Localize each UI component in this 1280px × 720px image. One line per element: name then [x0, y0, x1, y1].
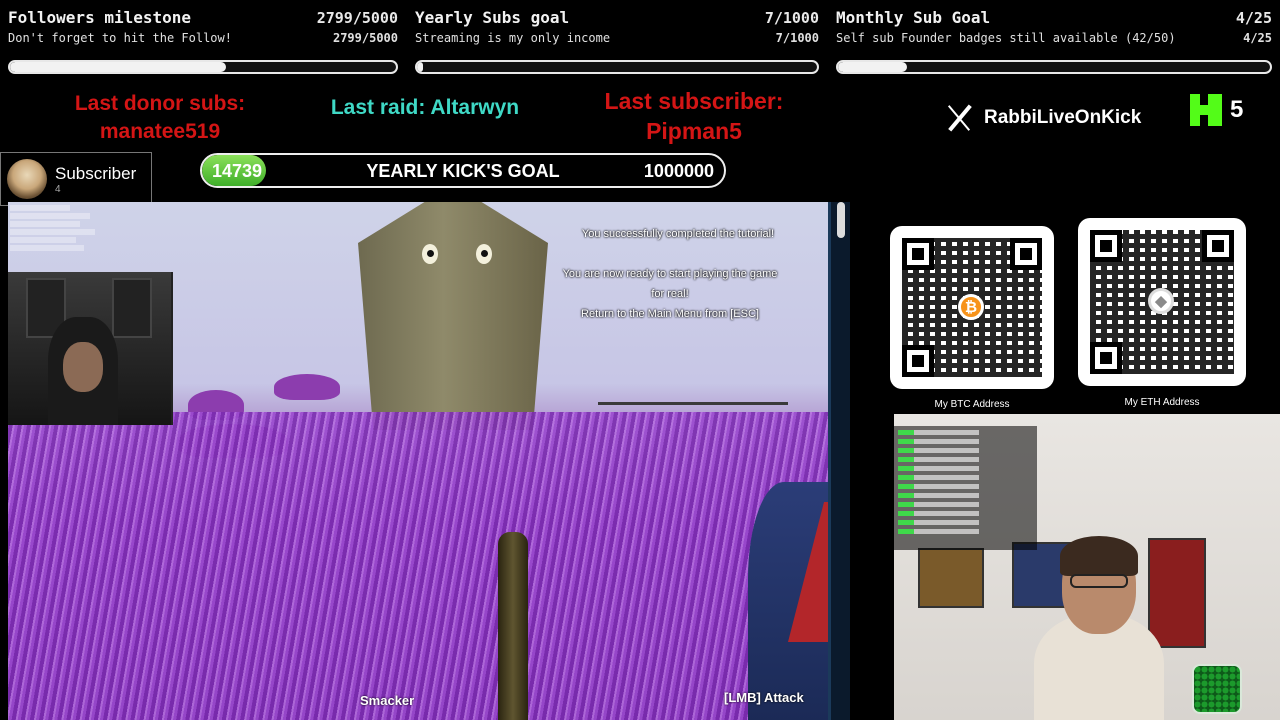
qr-finder — [1090, 342, 1122, 374]
glasses — [1070, 574, 1128, 588]
last-subscriber-alert: Last subscriber: Pipman5 — [574, 86, 814, 146]
attack-hint: [LMB] Attack — [724, 690, 804, 705]
eth-qr-code: ◆ — [1078, 218, 1246, 386]
chat-overlay — [894, 426, 1037, 550]
last-subscriber-label: Last subscriber: — [604, 88, 784, 114]
weapon-name: Smacker — [360, 693, 415, 708]
mushroom — [274, 374, 340, 400]
followers-goal: Followers milestone 2799/5000 Don't forg… — [0, 0, 406, 80]
avatar — [7, 159, 47, 199]
goal-subcount: 7/1000 — [775, 31, 819, 45]
purple-grass — [8, 412, 828, 720]
streamer-face — [63, 342, 103, 392]
game-message: You successfully completed the tutorial! — [581, 228, 775, 240]
last-subscriber-name: Pipman5 — [646, 118, 742, 144]
game-scrollbar[interactable] — [828, 202, 850, 720]
social-handle-text: RabbiLiveOnKick — [984, 107, 1142, 128]
game-message: You are now ready to start playing the g… — [562, 268, 778, 280]
bitcoin-icon: ₿ — [958, 294, 984, 320]
kick-count-text: 5 — [1230, 96, 1244, 123]
btc-caption: My BTC Address — [934, 399, 1010, 410]
last-donor-name: manatee519 — [99, 120, 221, 143]
goal-title: Followers milestone — [8, 8, 192, 27]
yearly-subs-goal: Yearly Subs goal 7/1000 Streaming is my … — [407, 0, 827, 80]
kick-goal-target: 1000000 — [643, 161, 714, 181]
qr-finder — [902, 238, 934, 270]
last-raid-alert: Last raid: Altarwyn — [330, 96, 520, 119]
btc-qr-code: ₿ — [890, 226, 1054, 389]
x-social-handle: RabbiLiveOnKick — [946, 104, 1141, 132]
monthly-sub-goal: Monthly Sub Goal 4/25 Self sub Founder b… — [828, 0, 1280, 80]
goal-subtitle: Streaming is my only income — [415, 31, 611, 45]
window — [112, 278, 152, 338]
plant-pot — [1192, 664, 1242, 714]
qr-finder — [902, 345, 934, 377]
goal-progress-bar — [836, 60, 1272, 74]
goal-subtitle: Self sub Founder badges still available … — [836, 31, 1176, 45]
goal-title: Yearly Subs goal — [415, 8, 570, 27]
game-message: Return to the Main Menu from [ESC] — [581, 308, 759, 320]
game-message: for real! — [651, 288, 689, 300]
scrollbar-thumb[interactable] — [837, 202, 845, 238]
goal-count: 2799/5000 — [316, 9, 398, 27]
streamer-webcam — [8, 272, 173, 425]
game-chat-overlay — [10, 205, 100, 271]
subscriber-label: Subscriber — [55, 163, 137, 183]
second-webcam — [894, 414, 1280, 720]
eth-caption: My ETH Address — [1124, 397, 1200, 408]
goal-subcount: 4/25 — [1243, 31, 1272, 45]
wall-poster — [1148, 538, 1206, 648]
goal-title: Monthly Sub Goal — [836, 8, 991, 27]
goal-count: 4/25 — [1235, 9, 1272, 27]
last-donor-label: Last donor subs: — [74, 92, 246, 115]
goal-count: 7/1000 — [764, 9, 819, 27]
ethereum-icon: ◆ — [1148, 288, 1174, 314]
tree-eye — [476, 244, 492, 264]
goal-progress-bar — [415, 60, 819, 74]
qr-finder — [1090, 230, 1122, 262]
wall-poster — [918, 548, 984, 608]
weapon-club — [498, 532, 528, 720]
goal-subcount: 2799/5000 — [332, 31, 398, 45]
subscriber-badge: Subscriber 4 — [0, 152, 152, 206]
kick-viewer-count: 5 — [1190, 94, 1243, 126]
yearly-kick-goal-bar: 14739 YEARLY KICK'S GOAL 1000000 — [200, 153, 726, 188]
qr-finder — [1010, 238, 1042, 270]
subscriber-count: 4 — [55, 183, 61, 195]
goal-progress-bar — [8, 60, 398, 74]
tree-eye — [422, 244, 438, 264]
last-donor-alert: Last donor subs: manatee519 — [40, 90, 280, 146]
x-logo-icon — [946, 104, 974, 132]
qr-finder — [1202, 230, 1234, 262]
goal-subtitle: Don't forget to hit the Follow! — [8, 31, 232, 45]
kick-logo-icon — [1190, 94, 1222, 126]
person-hair — [1060, 536, 1138, 576]
